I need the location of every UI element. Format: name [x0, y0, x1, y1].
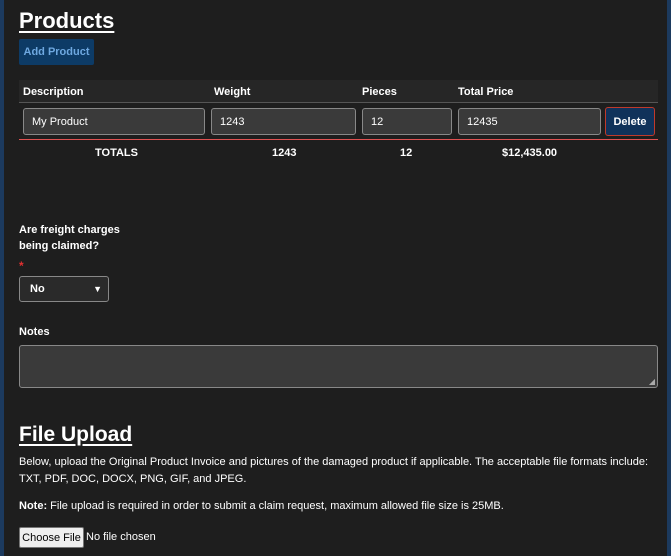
totals-label: TOTALS — [95, 147, 138, 159]
file-upload-heading: File Upload — [19, 423, 133, 446]
delete-row-button[interactable]: Delete — [605, 107, 655, 136]
pieces-input[interactable] — [362, 108, 452, 135]
freight-select[interactable]: No ▼ — [19, 276, 109, 302]
row-divider — [19, 139, 658, 140]
upload-description: Below, upload the Original Product Invoi… — [19, 456, 649, 485]
claim-form-panel: Products Add Product Description Weight … — [4, 0, 667, 556]
note-prefix: Note: — [19, 500, 48, 512]
description-input[interactable] — [23, 108, 205, 135]
upload-note: Note: File upload is required in order t… — [19, 500, 504, 512]
add-product-button[interactable]: Add Product — [19, 39, 94, 65]
totals-pieces: 12 — [400, 147, 413, 159]
required-asterisk: * — [19, 259, 24, 273]
column-total-price: Total Price — [458, 86, 514, 98]
chevron-down-icon: ▼ — [93, 284, 102, 294]
note-text: File upload is required in order to subm… — [47, 500, 504, 512]
column-pieces: Pieces — [362, 86, 397, 98]
freight-question-line2: being claimed? — [19, 240, 100, 252]
resize-grip-icon[interactable]: ◢ — [649, 377, 655, 386]
totals-weight: 1243 — [272, 147, 297, 159]
products-heading: Products — [19, 8, 115, 33]
freight-select-value: No — [30, 283, 45, 295]
choose-file-button[interactable]: Choose File — [19, 527, 84, 548]
notes-textarea[interactable]: ◢ — [19, 345, 658, 388]
totals-price: $12,435.00 — [502, 147, 558, 159]
column-description: Description — [23, 86, 84, 98]
freight-question-line1: Are freight charges — [19, 224, 120, 236]
total-price-input[interactable] — [458, 108, 601, 135]
weight-input[interactable] — [211, 108, 356, 135]
column-weight: Weight — [214, 86, 251, 98]
products-table-header: Description Weight Pieces Total Price — [19, 80, 658, 103]
no-file-status: No file chosen — [86, 531, 156, 543]
notes-label: Notes — [19, 326, 50, 338]
